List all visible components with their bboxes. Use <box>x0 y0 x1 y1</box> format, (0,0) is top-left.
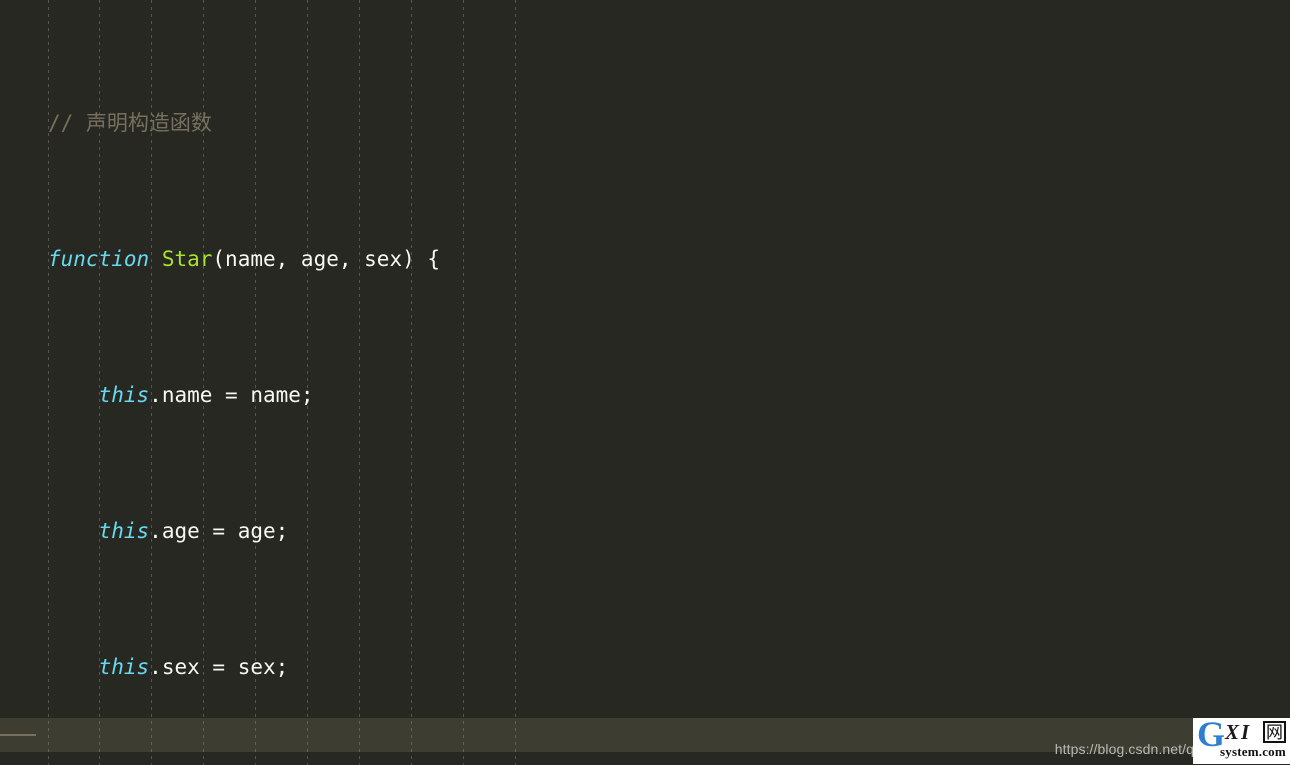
property-sex: sex <box>161 655 200 679</box>
csdn-watermark-url: https://blog.csdn.net/q <box>1054 741 1194 757</box>
code-content[interactable]: // 声明构造函数 function Star(name, age, sex) … <box>0 0 1112 765</box>
function-name-star: Star <box>161 247 213 271</box>
site-logo: G XI 网 system.com <box>1193 718 1290 764</box>
value-sex: sex <box>237 655 276 679</box>
current-line-marker <box>0 734 36 736</box>
param-sex: sex <box>364 247 403 271</box>
code-line[interactable]: this.age = age; <box>0 514 1112 548</box>
code-line[interactable]: function Star(name, age, sex) { <box>0 242 1112 276</box>
code-line[interactable]: this.name = name; <box>0 378 1112 412</box>
param-age: age <box>300 247 339 271</box>
keyword-function: function <box>48 247 150 271</box>
property-name: name <box>161 383 213 407</box>
logo-subtitle: system.com <box>1220 744 1286 759</box>
code-line[interactable]: this.sex = sex; <box>0 650 1112 684</box>
code-editor[interactable]: // 声明构造函数 function Star(name, age, sex) … <box>0 0 1290 765</box>
logo-cjk-glyph: 网 <box>1263 721 1286 743</box>
property-age: age <box>161 519 200 543</box>
keyword-this: this <box>98 519 150 543</box>
param-name: name <box>225 247 276 271</box>
code-line[interactable]: // 声明构造函数 <box>0 106 1112 140</box>
value-name: name <box>250 383 301 407</box>
keyword-this: this <box>98 383 150 407</box>
value-age: age <box>237 519 276 543</box>
comment-declare-constructor: // 声明构造函数 <box>48 111 212 135</box>
logo-letters-xi: XI <box>1225 720 1252 744</box>
keyword-this: this <box>98 655 150 679</box>
